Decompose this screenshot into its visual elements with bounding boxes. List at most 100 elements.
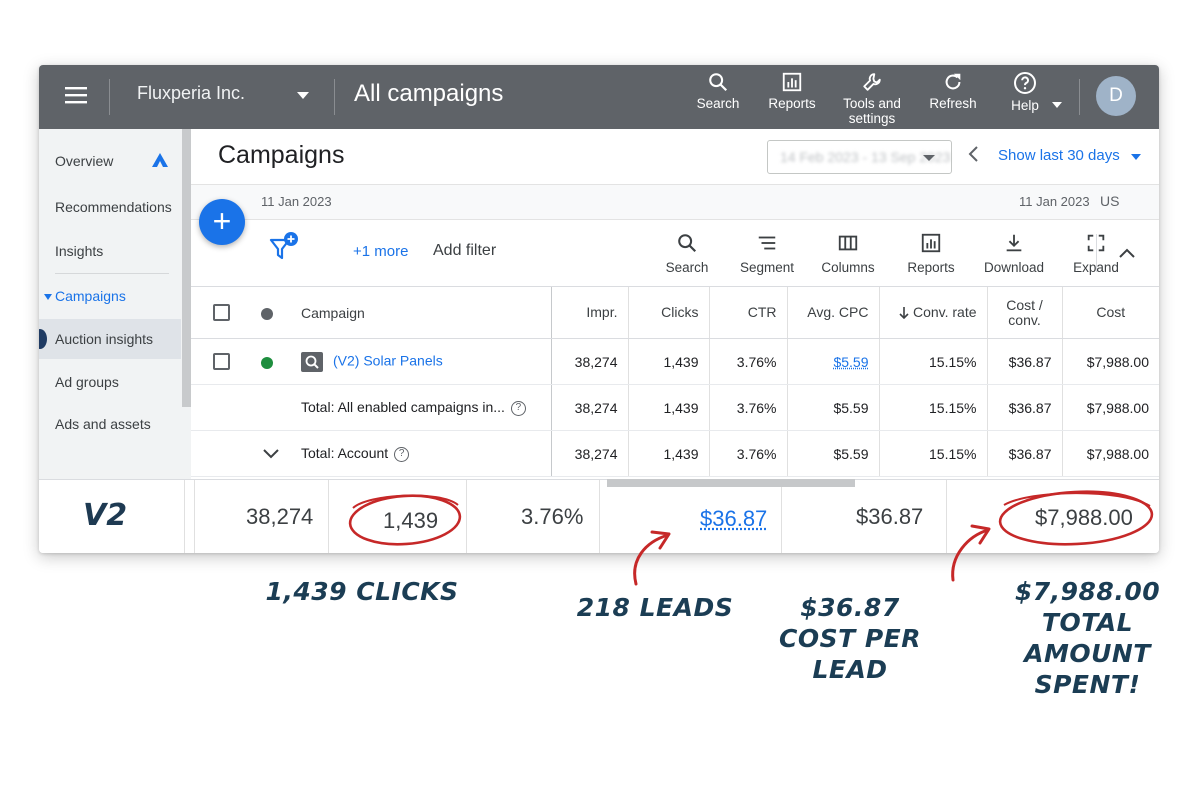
impr-cell: 38,274	[550, 338, 628, 385]
help-button[interactable]: Help	[1005, 71, 1045, 113]
table-header-row: Campaign Impr. Clicks CTR Avg. CPC Conv.…	[191, 286, 1159, 339]
conv-rate-column-header[interactable]: Conv. rate	[878, 286, 987, 339]
cost-per-conv-column-header[interactable]: Cost / conv.	[986, 286, 1062, 339]
refresh-icon	[945, 73, 961, 90]
clicks-cell: 1,439	[627, 338, 709, 385]
sidebar-item-overview[interactable]: Overview	[55, 153, 113, 169]
status-cell	[251, 338, 291, 385]
caret-down-icon	[44, 294, 52, 300]
empty-cell	[191, 430, 251, 477]
row-select-cell[interactable]	[191, 338, 251, 385]
google-ads-logo-icon	[152, 153, 168, 167]
table-search-label: Search	[665, 260, 709, 275]
more-filters-link[interactable]: +1 more	[353, 243, 408, 260]
row-checkbox[interactable]	[212, 353, 230, 371]
leads-annotation: 218 LEADS	[576, 593, 734, 622]
columns-label: Columns	[821, 260, 875, 275]
segment-label: Segment	[739, 260, 795, 275]
tools-and-settings-button[interactable]: Tools and settings	[837, 71, 907, 126]
clicks-column-header[interactable]: Clicks	[627, 286, 709, 339]
top-reports-button[interactable]: Reports	[764, 71, 820, 111]
download-button[interactable]: Download	[979, 232, 1049, 275]
avatar[interactable]: D	[1096, 76, 1136, 116]
account-name[interactable]: Fluxperia Inc.	[137, 83, 245, 104]
cost-per-conv-label-line1: Cost /	[1006, 296, 1043, 313]
empty-cell	[191, 384, 251, 431]
v2-ctr-value: 3.76%	[521, 504, 584, 529]
reports-icon	[782, 72, 802, 92]
show-last-30-days-link[interactable]: Show last 30 days	[998, 147, 1120, 164]
search-campaign-icon	[301, 351, 323, 372]
status-dot-icon	[261, 307, 273, 320]
columns-button[interactable]: Columns	[816, 232, 880, 275]
chevron-left-icon[interactable]	[967, 143, 981, 165]
expand-row-cell[interactable]	[251, 430, 291, 477]
chevron-up-icon[interactable]	[1117, 246, 1137, 260]
sidebar-item-recommendations[interactable]: Recommendations	[55, 199, 172, 215]
account-dropdown-icon[interactable]	[297, 92, 309, 99]
cost-per-lead-value: $36.87	[800, 593, 900, 622]
select-all-checkbox[interactable]	[212, 304, 230, 322]
segment-button[interactable]: Segment	[734, 232, 800, 275]
avg-cpc-column-header[interactable]: Avg. CPC	[786, 286, 879, 339]
campaign-column-header[interactable]: Campaign	[291, 286, 551, 339]
divider	[946, 480, 947, 553]
filter-bar: +1 more Add filter Search Segment Column…	[191, 220, 1159, 286]
help-dropdown-icon[interactable]	[1052, 102, 1062, 108]
cost-per-conv-label-line2: conv.	[1008, 311, 1041, 328]
sidebar-item-ad-groups[interactable]: Ad groups	[55, 374, 119, 390]
enabled-status-icon	[261, 356, 273, 369]
ctr-cell: 3.76%	[708, 384, 787, 431]
help-icon	[1014, 72, 1036, 94]
v2-impr-value: 38,274	[246, 504, 314, 529]
sidebar-item-campaigns[interactable]: Campaigns	[55, 288, 126, 304]
clicks-cell: 1,439	[627, 430, 709, 477]
impr-cell: 38,274	[550, 430, 628, 477]
cost-per-conv-cell: $36.87	[986, 384, 1062, 431]
total-label: Total: Account	[301, 445, 389, 462]
table-search-button[interactable]: Search	[659, 232, 715, 275]
chevron-down-icon	[923, 155, 935, 161]
divider	[194, 480, 195, 553]
date-range-select[interactable]: 14 Feb 2023 - 13 Sep 2023	[767, 140, 952, 174]
table-row[interactable]: (V2) Solar Panels 38,274 1,439 3.76% $5.…	[191, 338, 1159, 385]
cost-cell: $7,988.00	[1061, 384, 1159, 431]
avg-cpc-cell: $5.59	[786, 430, 879, 477]
filter-icon[interactable]	[268, 231, 302, 265]
sidebar-item-label: Auction insights	[55, 331, 154, 347]
refresh-button[interactable]: Refresh	[925, 71, 981, 111]
ctr-column-header[interactable]: CTR	[708, 286, 787, 339]
top-search-button[interactable]: Search	[695, 71, 741, 111]
v2-cost-per-lead-link[interactable]: $36.87	[700, 506, 767, 532]
chevron-down-icon[interactable]	[1131, 154, 1141, 160]
chevron-down-icon[interactable]	[262, 447, 280, 459]
sidebar-item-auction-insights[interactable]: Auction insights	[39, 319, 181, 359]
campaign-name-link[interactable]: (V2) Solar Panels	[333, 352, 443, 368]
total-label-cell: Total: All enabled campaigns in...?	[291, 384, 551, 431]
cost-cell: $7,988.00	[1061, 338, 1159, 385]
page-heading: All campaigns	[354, 80, 504, 107]
search-icon	[709, 73, 728, 92]
add-filter-button[interactable]: Add filter	[433, 242, 496, 260]
date-row: 11 Jan 2023 11 Jan 2023 US	[191, 184, 1159, 220]
add-campaign-button[interactable]: +	[199, 199, 245, 245]
table-row: Total: Account? 38,274 1,439 3.76% $5.59…	[191, 430, 1159, 477]
cost-column-header[interactable]: Cost	[1061, 286, 1159, 339]
cost-cell: $7,988.00	[1061, 430, 1159, 477]
horizontal-scrollbar[interactable]	[607, 479, 855, 487]
date-start-label: 11 Jan 2023	[261, 194, 332, 209]
active-indicator	[39, 329, 47, 349]
table-reports-label: Reports	[907, 260, 955, 275]
select-all-cell[interactable]	[191, 286, 251, 339]
sidebar-item-insights[interactable]: Insights	[55, 243, 103, 259]
help-icon[interactable]: ?	[510, 400, 526, 416]
hamburger-menu-icon[interactable]	[65, 86, 87, 104]
top-search-label: Search	[696, 96, 740, 111]
help-icon[interactable]: ?	[394, 446, 410, 462]
impr-column-header[interactable]: Impr.	[550, 286, 628, 339]
refresh-label: Refresh	[929, 96, 977, 111]
columns-icon	[838, 235, 858, 251]
sidebar-item-ads-and-assets[interactable]: Ads and assets	[55, 416, 151, 432]
avg-cpc-link[interactable]: $5.59	[833, 354, 868, 370]
table-reports-button[interactable]: Reports	[903, 232, 959, 275]
